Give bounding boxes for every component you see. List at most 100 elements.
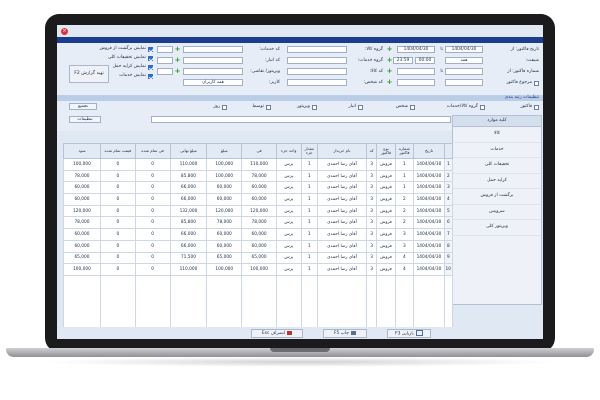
row-number-cell[interactable]: 4 bbox=[443, 193, 454, 206]
table-cell[interactable]: فروش bbox=[376, 204, 396, 218]
table-row[interactable]: 4 1404/04/30 2 فروش 3 آقای رضا احمدی 1 پرس 60,00… bbox=[63, 193, 454, 206]
add-service-group-icon[interactable]: + bbox=[386, 57, 393, 64]
table-cell[interactable]: 1 bbox=[300, 193, 318, 206]
table-cell[interactable]: 3 bbox=[366, 251, 378, 265]
table-cell[interactable]: 110,000 bbox=[241, 158, 277, 171]
table-cell[interactable]: 120,000 bbox=[241, 204, 277, 218]
col-header[interactable]: مبلغ bbox=[206, 143, 243, 159]
table-cell[interactable]: پرس bbox=[275, 193, 302, 206]
table-cell[interactable]: 1404/04/30 bbox=[413, 251, 445, 265]
table-cell[interactable]: 1 bbox=[394, 181, 415, 195]
table-cell[interactable]: فروش bbox=[376, 216, 396, 230]
table-cell[interactable]: 60,000 bbox=[206, 193, 243, 206]
table-cell[interactable]: 3 bbox=[366, 216, 378, 230]
table-cell[interactable]: پرس bbox=[275, 158, 302, 171]
table-cell[interactable]: فروش bbox=[376, 263, 396, 276]
table-cell[interactable]: 1 bbox=[300, 263, 318, 276]
day-checkbox[interactable] bbox=[222, 105, 227, 110]
table-cell[interactable]: 0 bbox=[99, 251, 136, 265]
goods-code-input[interactable] bbox=[287, 68, 347, 75]
col-header[interactable]: کد bbox=[366, 143, 378, 159]
table-cell[interactable]: 66,000 bbox=[169, 228, 208, 241]
table-cell[interactable]: 1404/04/30 bbox=[413, 193, 445, 206]
table-cell[interactable]: 78,000 bbox=[63, 216, 101, 230]
table-cell[interactable]: 78,000 bbox=[63, 169, 101, 183]
print-button[interactable]: چاپ F5 bbox=[323, 329, 367, 338]
group-button[interactable]: تجمیع bbox=[69, 103, 97, 110]
visitor-small-input[interactable] bbox=[157, 68, 173, 75]
category-item-freight[interactable]: کرایه حمل bbox=[453, 174, 541, 189]
add-goods-code-icon[interactable]: + bbox=[386, 68, 393, 75]
table-cell[interactable]: 0 bbox=[99, 169, 136, 183]
table-cell[interactable]: 0 bbox=[99, 181, 136, 195]
table-cell[interactable]: 1404/04/30 bbox=[413, 204, 445, 218]
table-cell[interactable]: 3 bbox=[394, 239, 415, 253]
col-header[interactable]: سود bbox=[63, 143, 101, 159]
col-header[interactable]: تاریخ bbox=[413, 143, 445, 159]
table-cell[interactable]: 65,000 bbox=[63, 251, 101, 265]
all-items-header[interactable]: کلیه موارد bbox=[453, 116, 541, 127]
table-cell[interactable]: آقای رضا احمدی bbox=[316, 169, 368, 183]
table-cell[interactable]: 0 bbox=[134, 158, 171, 171]
invoice-no-from-input[interactable] bbox=[445, 68, 483, 75]
table-cell[interactable]: 3 bbox=[366, 204, 378, 218]
table-cell[interactable]: 2 bbox=[394, 193, 415, 206]
table-cell[interactable]: 1 bbox=[300, 228, 318, 241]
table-cell[interactable]: 1 bbox=[300, 181, 318, 195]
col-header[interactable]: فی bbox=[241, 143, 277, 159]
table-cell[interactable]: 3 bbox=[366, 158, 378, 171]
table-cell[interactable]: 0 bbox=[99, 263, 136, 276]
col-header[interactable]: نام خریدار bbox=[316, 143, 368, 159]
table-cell[interactable]: 120,000 bbox=[206, 204, 243, 218]
table-cell[interactable]: آقای رضا احمدی bbox=[316, 239, 368, 253]
table-cell[interactable]: 1404/04/30 bbox=[413, 263, 445, 276]
table-cell[interactable]: 1 bbox=[300, 251, 318, 265]
warehouse-code-input[interactable] bbox=[183, 57, 243, 64]
table-cell[interactable]: فروش bbox=[376, 193, 396, 206]
table-cell[interactable]: فروش bbox=[376, 228, 396, 241]
table-cell[interactable]: پرس bbox=[275, 204, 302, 218]
row-number-cell[interactable]: 9 bbox=[443, 251, 454, 265]
table-cell[interactable]: 65,000 bbox=[206, 251, 243, 265]
table-cell[interactable]: 0 bbox=[134, 169, 171, 183]
date-to-input[interactable]: 1404/04/30 bbox=[397, 46, 435, 53]
shift-select[interactable]: همه bbox=[445, 57, 483, 64]
return-from-input[interactable] bbox=[445, 79, 483, 86]
table-cell[interactable]: پرس bbox=[275, 169, 302, 183]
row-number-cell[interactable]: 3 bbox=[443, 181, 454, 195]
table-cell[interactable]: 1 bbox=[300, 158, 318, 171]
reprint-button[interactable]: بازیابی F3 bbox=[387, 329, 431, 338]
col-header[interactable]: شماره فاکتور bbox=[394, 143, 415, 159]
table-cell[interactable]: 71,500 bbox=[169, 251, 208, 265]
table-cell[interactable]: آقای رضا احمدی bbox=[316, 263, 368, 276]
table-cell[interactable]: 1404/04/30 bbox=[413, 158, 445, 171]
table-cell[interactable]: آقای رضا احمدی bbox=[316, 251, 368, 265]
col-header[interactable]: مقدار جزء bbox=[300, 143, 318, 159]
add-visitor-icon[interactable]: + bbox=[174, 68, 181, 75]
table-row[interactable]: 8 1404/04/30 3 فروش 3 آقای رضا احمدی 1 پرس 60,00… bbox=[63, 239, 454, 253]
category-item-discounts[interactable]: تخفیفات کلی bbox=[453, 158, 541, 174]
table-cell[interactable]: 3 bbox=[366, 239, 378, 253]
table-cell[interactable]: 0 bbox=[99, 216, 136, 230]
table-cell[interactable]: 60,000 bbox=[206, 228, 243, 241]
table-cell[interactable]: پرس bbox=[275, 216, 302, 230]
table-row[interactable]: 5 1404/04/30 2 فروش 3 آقای رضا احمدی 1 پرس 120,0… bbox=[63, 204, 454, 218]
col-header[interactable] bbox=[443, 143, 454, 159]
table-cell[interactable]: 1404/04/30 bbox=[413, 169, 445, 183]
table-cell[interactable]: 3 bbox=[394, 228, 415, 241]
table-cell[interactable]: 2 bbox=[394, 216, 415, 230]
table-cell[interactable]: پرس bbox=[275, 251, 302, 265]
table-cell[interactable]: 1 bbox=[394, 158, 415, 171]
table-cell[interactable]: 4 bbox=[394, 251, 415, 265]
table-cell[interactable]: فروش bbox=[376, 181, 396, 195]
table-cell[interactable]: 85,800 bbox=[169, 169, 208, 183]
table-cell[interactable]: 60,000 bbox=[63, 239, 101, 253]
table-cell[interactable]: 2 bbox=[394, 204, 415, 218]
table-cell[interactable]: 1404/04/30 bbox=[413, 181, 445, 195]
category-item-visitor[interactable]: ویزیتور کلی bbox=[453, 220, 541, 236]
service-group-input[interactable] bbox=[287, 57, 347, 64]
table-cell[interactable]: آقای رضا احمدی bbox=[316, 216, 368, 230]
table-row[interactable]: 10 1404/04/30 4 فروش 3 آقای رضا احمدی 1 پرس 100,… bbox=[63, 263, 454, 276]
table-cell[interactable]: 1404/04/30 bbox=[413, 216, 445, 230]
table-cell[interactable]: 1 bbox=[300, 239, 318, 253]
